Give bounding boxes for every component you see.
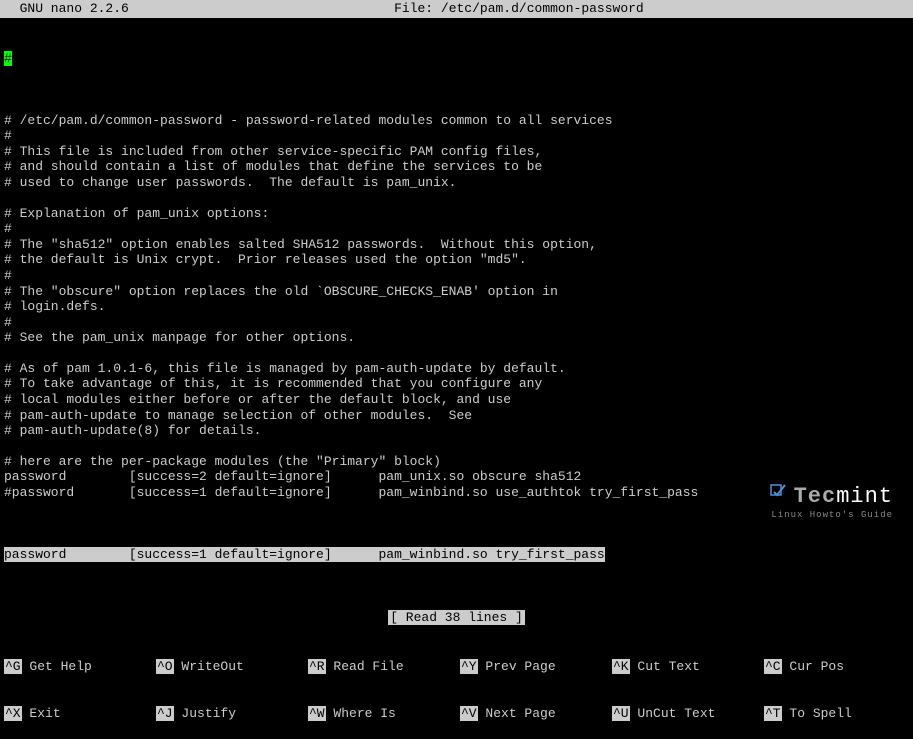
file-line: # See the pam_unix manpage for other opt… (4, 330, 909, 346)
shortcut-key: ^K (612, 659, 630, 674)
file-line: # This file is included from other servi… (4, 144, 909, 160)
shortcut-item[interactable]: ^T To Spell (764, 706, 913, 722)
file-line: # pam-auth-update to manage selection of… (4, 408, 909, 424)
file-line: # (4, 221, 909, 237)
shortcut-item[interactable]: ^K Cut Text (612, 659, 764, 675)
shortcut-item[interactable]: ^J Justify (156, 706, 308, 722)
file-line (4, 439, 909, 454)
cursor: # (4, 51, 12, 66)
shortcut-item[interactable]: ^G Get Help (4, 659, 156, 675)
shortcut-label: Prev Page (478, 659, 556, 674)
file-line (4, 346, 909, 361)
shortcut-bar: ^G Get Help^O WriteOut^R Read File^Y Pre… (0, 626, 913, 739)
shortcut-item[interactable]: ^U UnCut Text (612, 706, 764, 722)
app-version: GNU nano 2.2.6 (4, 1, 129, 17)
file-line: # (4, 128, 909, 144)
shortcut-key: ^U (612, 706, 630, 721)
shortcut-label: Cur Pos (782, 659, 844, 674)
file-line: # The "obscure" option replaces the old … (4, 284, 909, 300)
watermark: Tecmint Linux Howto's Guide (768, 482, 893, 521)
shortcut-label: Justify (174, 706, 236, 721)
shortcut-key: ^R (308, 659, 326, 674)
shortcut-item[interactable]: ^W Where Is (308, 706, 460, 722)
file-line: # (4, 315, 909, 331)
file-line: # The "sha512" option enables salted SHA… (4, 237, 909, 253)
shortcut-label: Exit (22, 706, 61, 721)
shortcut-key: ^C (764, 659, 782, 674)
shortcut-label: Where Is (326, 706, 396, 721)
shortcut-key: ^O (156, 659, 174, 674)
shortcut-label: WriteOut (174, 659, 244, 674)
file-line: # As of pam 1.0.1-6, this file is manage… (4, 361, 909, 377)
shortcut-item[interactable]: ^C Cur Pos (764, 659, 913, 675)
shortcut-key: ^T (764, 706, 782, 721)
shortcut-key: ^J (156, 706, 174, 721)
file-line: # here are the per-package modules (the … (4, 454, 909, 470)
highlighted-line: password [success=1 default=ignore] pam_… (4, 547, 605, 562)
file-line: # Explanation of pam_unix options: (4, 206, 909, 222)
shortcut-item[interactable]: ^X Exit (4, 706, 156, 722)
shortcut-label: To Spell (782, 706, 852, 721)
file-line: # To take advantage of this, it is recom… (4, 376, 909, 392)
shortcut-key: ^W (308, 706, 326, 721)
editor-header: GNU nano 2.2.6 File: /etc/pam.d/common-p… (0, 0, 913, 18)
shortcut-label: Next Page (478, 706, 556, 721)
file-line (4, 98, 909, 113)
check-icon (768, 482, 788, 510)
shortcut-label: Read File (326, 659, 404, 674)
file-line: # and should contain a list of modules t… (4, 159, 909, 175)
shortcut-label: Get Help (22, 659, 92, 674)
file-line: # used to change user passwords. The def… (4, 175, 909, 191)
file-line: # login.defs. (4, 299, 909, 315)
shortcut-label: Cut Text (630, 659, 700, 674)
shortcut-item[interactable]: ^Y Prev Page (460, 659, 612, 675)
file-line: # pam-auth-update(8) for details. (4, 423, 909, 439)
shortcut-key: ^X (4, 706, 22, 721)
shortcut-item[interactable]: ^R Read File (308, 659, 460, 675)
shortcut-item[interactable]: ^V Next Page (460, 706, 612, 722)
file-label: File: /etc/pam.d/common-password (129, 1, 909, 17)
file-line: # /etc/pam.d/common-password - password-… (4, 113, 909, 129)
status-bar: [ Read 38 lines ] (0, 610, 913, 626)
file-line: # local modules either before or after t… (4, 392, 909, 408)
shortcut-key: ^V (460, 706, 478, 721)
file-line: # (4, 268, 909, 284)
shortcut-key: ^Y (460, 659, 478, 674)
file-line: # the default is Unix crypt. Prior relea… (4, 252, 909, 268)
status-message: [ Read 38 lines ] (388, 610, 525, 625)
shortcut-item[interactable]: ^O WriteOut (156, 659, 308, 675)
file-line (4, 191, 909, 206)
shortcut-label: UnCut Text (630, 706, 716, 721)
shortcut-key: ^G (4, 659, 22, 674)
